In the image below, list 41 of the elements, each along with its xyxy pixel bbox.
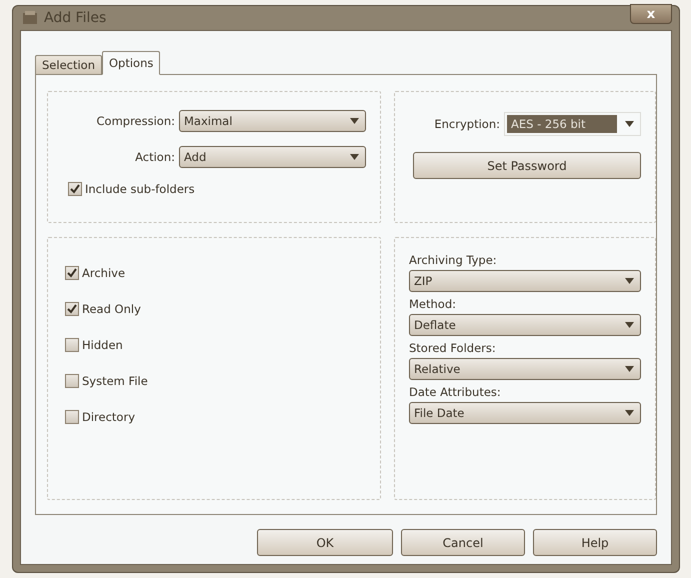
encryption-dropdown[interactable]: AES - 256 bit	[504, 112, 641, 136]
caret-icon	[625, 366, 634, 372]
checkbox[interactable]	[65, 338, 79, 352]
checkbox[interactable]	[68, 182, 82, 196]
action-dropdown[interactable]: Add	[179, 146, 366, 168]
window-title: Add Files	[44, 10, 108, 26]
setting-dropdown[interactable]: Relative	[409, 358, 641, 380]
checkbox-label: Include sub-folders	[85, 182, 195, 196]
caret-icon	[625, 322, 634, 328]
checkbox[interactable]	[65, 266, 79, 280]
archive-icon	[22, 11, 38, 25]
caret-icon	[625, 278, 634, 284]
caret-icon	[625, 121, 634, 127]
tab[interactable]: Selection	[35, 55, 102, 75]
dialog-button[interactable]: Cancel	[401, 529, 525, 556]
checkbox-label: System File	[82, 374, 148, 388]
encryption-label: Encryption:	[434, 117, 500, 131]
checkbox-label: Directory	[82, 410, 136, 424]
setting-dropdown[interactable]: File Date	[409, 402, 641, 424]
dialog-button[interactable]: Help	[533, 529, 657, 556]
dialog-button[interactable]: OK	[257, 529, 393, 556]
compression-dropdown[interactable]: Maximal	[179, 110, 366, 132]
checkbox-label: Read Only	[82, 302, 141, 316]
caret-icon	[350, 154, 359, 160]
caret-icon	[625, 410, 634, 416]
set-password-button[interactable]: Set Password	[413, 152, 641, 179]
checkbox[interactable]	[65, 302, 79, 316]
action-label: Action:	[135, 150, 175, 164]
checkbox[interactable]	[65, 410, 79, 424]
checkbox[interactable]	[65, 374, 79, 388]
setting-label: Date Attributes:	[409, 385, 502, 399]
setting-label: Archiving Type:	[409, 253, 498, 267]
setting-label: Method:	[409, 297, 458, 311]
compression-label: Compression:	[96, 114, 175, 128]
setting-dropdown[interactable]: Deflate	[409, 314, 641, 336]
setting-label: Stored Folders:	[409, 341, 497, 355]
checkbox-label: Archive	[82, 266, 126, 280]
checkbox-label: Hidden	[82, 338, 123, 352]
tab[interactable]: Options	[102, 51, 160, 75]
caret-icon	[350, 118, 359, 124]
setting-dropdown[interactable]: ZIP	[409, 270, 641, 292]
